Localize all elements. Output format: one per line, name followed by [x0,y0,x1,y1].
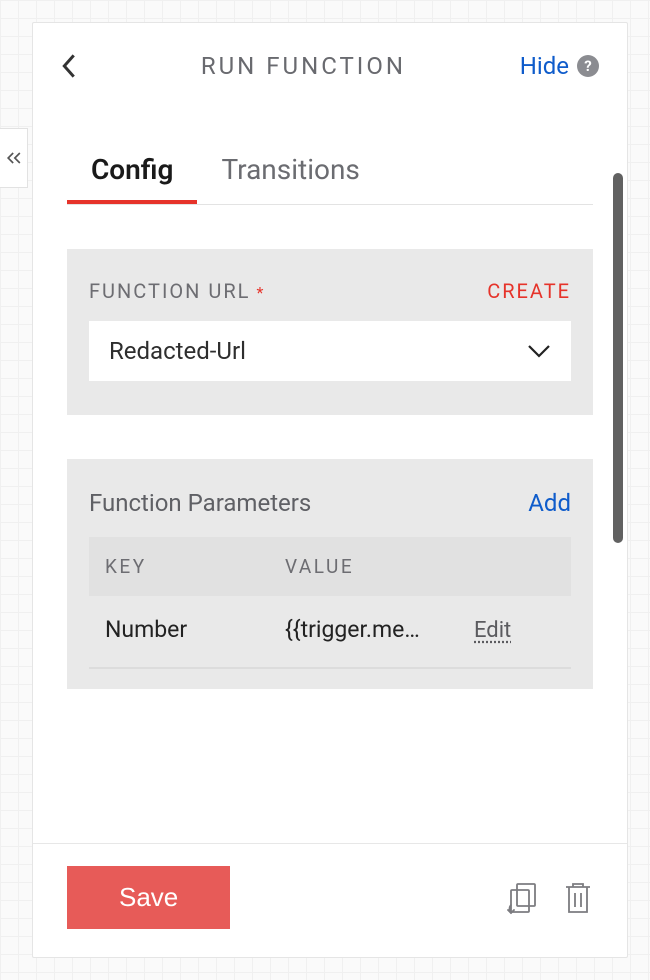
chevron-left-icon [61,53,77,79]
create-link[interactable]: CREATE [487,279,571,303]
param-key: Number [105,616,285,643]
required-star: * [256,283,263,302]
clone-icon[interactable] [507,881,541,915]
hide-group: Hide ? [520,52,599,80]
tab-transitions[interactable]: Transitions [197,143,383,204]
panel-body: Config Transitions FUNCTION URL* CREATE … [33,109,627,843]
tab-bar: Config Transitions [67,143,593,205]
chevrons-left-icon [4,145,24,171]
back-button[interactable] [51,48,87,84]
scrollbar-thumb[interactable] [613,173,623,543]
function-url-label: FUNCTION URL* [89,279,263,303]
edit-parameter-link[interactable]: Edit [474,618,511,643]
collapse-handle[interactable] [0,128,28,188]
function-parameters-section: Function Parameters Add KEY VALUE Number… [67,459,593,689]
footer-actions [507,880,593,916]
hide-link[interactable]: Hide [520,52,569,80]
chevron-down-icon [527,343,551,359]
function-url-value: Redacted-Url [109,337,246,365]
function-url-select[interactable]: Redacted-Url [89,321,571,381]
col-key-header: KEY [105,555,285,578]
add-parameter-link[interactable]: Add [528,489,571,517]
help-icon[interactable]: ? [577,55,599,77]
save-button[interactable]: Save [67,866,230,929]
params-table-header: KEY VALUE [89,537,571,596]
tab-config[interactable]: Config [67,143,197,204]
trash-icon[interactable] [563,880,593,916]
param-value: {{trigger.me… [285,616,474,643]
run-function-panel: RUN FUNCTION Hide ? Config Transitions F… [32,22,628,958]
panel-header: RUN FUNCTION Hide ? [33,23,627,109]
function-url-section: FUNCTION URL* CREATE Redacted-Url [67,249,593,415]
params-row: Number {{trigger.me… Edit [89,596,571,669]
col-value-header: VALUE [285,555,474,578]
panel-footer: Save [33,843,627,957]
panel-title: RUN FUNCTION [87,52,520,80]
parameters-title: Function Parameters [89,489,311,517]
